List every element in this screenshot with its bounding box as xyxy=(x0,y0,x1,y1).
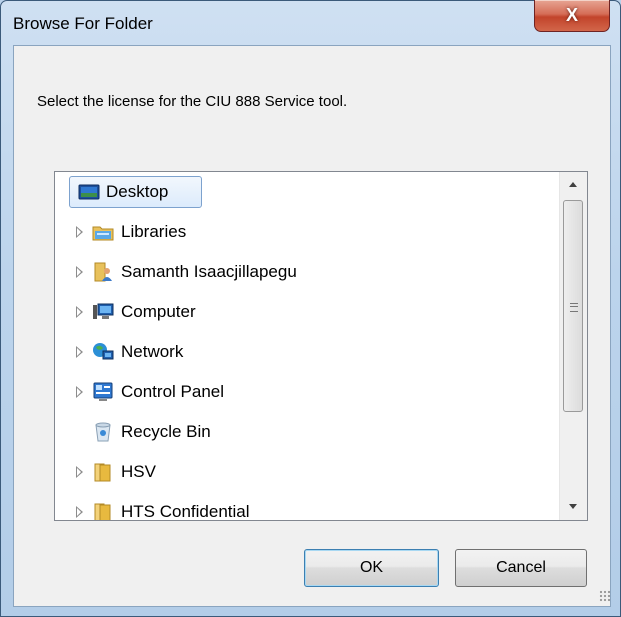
tree-item-label: HSV xyxy=(121,462,156,481)
tree-item-label: Computer xyxy=(121,302,196,321)
tree-item-label: HTS Confidential xyxy=(121,502,250,521)
dialog-window: Browse For Folder X Select the license f… xyxy=(0,0,621,617)
tree-item-hts-confidential[interactable]: HTS Confidential xyxy=(55,495,561,521)
scroll-down-button[interactable] xyxy=(560,494,587,520)
tree-item-computer[interactable]: Computer xyxy=(55,295,561,329)
expand-arrow-icon[interactable] xyxy=(76,266,86,278)
tree-item-desktop[interactable]: Desktop xyxy=(55,175,561,209)
grip-icon xyxy=(570,303,578,312)
tree-item-label: Samanth Isaacjillapegu xyxy=(121,262,297,281)
expand-arrow-icon[interactable] xyxy=(76,386,86,398)
folder-tree[interactable]: Desktop Libraries Samanth Isaacjillapegu xyxy=(54,171,588,521)
arrow-up-icon xyxy=(569,182,577,187)
tree-item-label: Network xyxy=(121,342,184,361)
expand-arrow-icon[interactable] xyxy=(76,466,86,478)
folder-icon xyxy=(94,503,111,520)
window-title: Browse For Folder xyxy=(13,14,153,33)
arrow-down-icon xyxy=(569,504,577,509)
close-button[interactable]: X xyxy=(534,0,610,32)
tree-item-user-folder[interactable]: Samanth Isaacjillapegu xyxy=(55,255,561,289)
folder-icon xyxy=(94,463,111,482)
expand-arrow-icon[interactable] xyxy=(76,346,86,358)
tree-item-label: Libraries xyxy=(121,222,187,241)
tree-item-recycle-bin[interactable]: Recycle Bin xyxy=(55,415,561,449)
tree-item-hsv[interactable]: HSV xyxy=(55,455,561,489)
libraries-icon xyxy=(92,226,114,241)
close-icon: X xyxy=(565,5,578,25)
title-bar[interactable]: Browse For Folder X xyxy=(1,0,621,45)
control-panel-icon xyxy=(93,382,113,401)
tree-item-label: Recycle Bin xyxy=(121,422,211,441)
ok-button[interactable]: OK xyxy=(304,549,439,587)
cancel-button[interactable]: Cancel xyxy=(455,549,587,587)
scrollbar-thumb[interactable] xyxy=(563,200,583,412)
tree-item-control-panel[interactable]: Control Panel xyxy=(55,375,561,409)
expand-arrow-icon[interactable] xyxy=(76,306,86,318)
tree-item-libraries[interactable]: Libraries xyxy=(55,215,561,249)
vertical-scrollbar[interactable] xyxy=(559,172,587,520)
recycle-bin-icon xyxy=(95,422,111,442)
expand-arrow-icon[interactable] xyxy=(76,226,86,238)
computer-icon xyxy=(93,303,114,319)
tree-item-label: Control Panel xyxy=(121,382,225,401)
tree-item-network[interactable]: Network xyxy=(55,335,561,369)
prompt-text: Select the license for the CIU 888 Servi… xyxy=(37,93,348,110)
scroll-up-button[interactable] xyxy=(560,172,587,198)
desktop-icon xyxy=(78,184,100,200)
tree-item-label: Desktop xyxy=(106,182,169,201)
user-folder-icon xyxy=(94,262,112,282)
network-icon xyxy=(93,343,114,360)
expand-arrow-icon[interactable] xyxy=(76,506,86,518)
resize-grip-icon[interactable] xyxy=(599,590,611,602)
